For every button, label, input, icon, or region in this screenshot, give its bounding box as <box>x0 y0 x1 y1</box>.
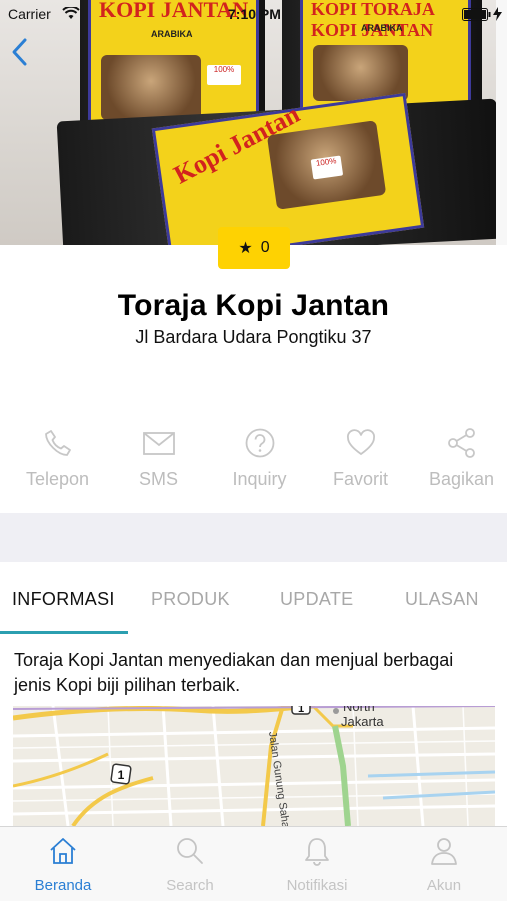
nav-search[interactable]: Search <box>127 835 253 894</box>
section-divider <box>0 513 507 562</box>
question-icon <box>245 428 274 458</box>
map-route-label-2: 1 <box>298 706 304 715</box>
action-label: Inquiry <box>232 469 287 489</box>
search-icon <box>177 838 203 864</box>
map-place-label: Jakarta <box>341 714 384 729</box>
tab-update[interactable]: UPDATE <box>280 589 353 610</box>
chevron-left-icon <box>12 38 27 66</box>
star-icon: ★ <box>238 240 253 257</box>
action-label: Telepon <box>25 469 90 489</box>
rating-value: 0 <box>260 239 270 256</box>
clock: 7:10 PM <box>228 6 281 22</box>
bell-icon <box>305 838 329 866</box>
action-bagikan[interactable]: Bagikan <box>411 427 507 490</box>
map-route-label: 1 <box>118 768 125 782</box>
product-hero-image: KOPI JANTAN ARABIKA 100% KOPI TORAJA KOP… <box>0 0 507 245</box>
bottom-navigation: Beranda Search Notifikasi Akun <box>0 826 507 901</box>
nav-notifikasi[interactable]: Notifikasi <box>254 835 380 894</box>
phone-icon <box>44 430 71 456</box>
nav-label: Beranda <box>34 877 92 894</box>
nav-akun[interactable]: Akun <box>381 835 507 894</box>
nav-label: Akun <box>426 877 462 894</box>
nav-beranda[interactable]: Beranda <box>0 835 126 894</box>
business-address: Jl Bardara Udara Pongtiku 37 <box>135 327 372 347</box>
action-sms[interactable]: SMS <box>108 427 209 490</box>
action-inquiry[interactable]: Inquiry <box>209 427 310 490</box>
user-icon <box>431 838 457 865</box>
nav-label: Notifikasi <box>286 877 348 894</box>
nav-label: Search <box>166 877 214 894</box>
wifi-icon <box>62 7 80 19</box>
tab-ulasan[interactable]: ULASAN <box>405 589 479 610</box>
share-icon <box>447 428 475 458</box>
tab-indicator <box>0 631 128 634</box>
charging-icon <box>493 7 502 21</box>
rating-badge: ★ 0 <box>218 227 290 269</box>
action-favorit[interactable]: Favorit <box>310 427 411 490</box>
action-telepon[interactable]: Telepon <box>7 427 108 490</box>
home-icon <box>50 838 76 864</box>
tab-informasi[interactable]: INFORMASI <box>12 589 115 610</box>
tab-produk[interactable]: PRODUK <box>151 589 230 610</box>
battery-icon <box>462 8 491 21</box>
back-button[interactable] <box>8 34 36 70</box>
location-map[interactable]: 1 1 North Jakarta Jalan Gunung Sahari <box>13 706 495 826</box>
map-canvas: 1 1 North Jakarta Jalan Gunung Sahari <box>13 706 495 826</box>
status-bar: Carrier 7:10 PM <box>0 0 507 28</box>
action-label: Bagikan <box>428 469 495 489</box>
envelope-icon <box>142 432 175 455</box>
heart-icon <box>346 429 375 456</box>
action-label: SMS <box>138 469 178 489</box>
map-place-label: North <box>343 706 375 714</box>
business-name: Toraja Kopi Jantan <box>117 289 390 322</box>
action-label: Favorit <box>332 469 388 489</box>
carrier-label: Carrier <box>8 6 51 22</box>
business-description: Toraja Kopi Jantan menyediakan dan menju… <box>14 650 454 695</box>
